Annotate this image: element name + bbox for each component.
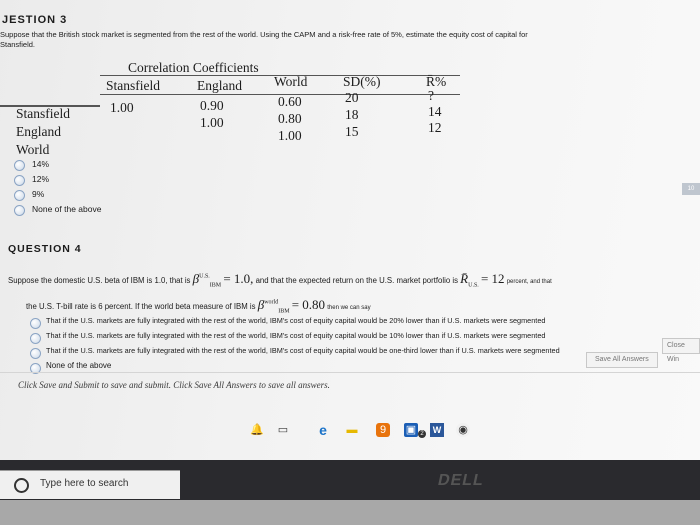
question-3-title: JESTION 3 [2,14,68,26]
beta-sup: world [264,299,279,306]
close-window-button[interactable]: Close Win [662,338,700,363]
r-us-value: = 12 [480,271,505,286]
q4-option-label[interactable]: That if the U.S. markets are fully integ… [46,346,560,355]
app-icon[interactable]: ◉ [456,423,470,437]
table-cell: 18 [345,107,359,122]
q4-option-label[interactable]: None of the above [46,361,111,370]
q3-option-label[interactable]: 9% [32,189,44,199]
q3-option-radio[interactable] [14,160,25,171]
table-cell: 15 [345,124,359,139]
question-3-prompt-line2: Stansfield. [0,40,36,49]
table-cell: 1.00 [110,100,134,115]
save-all-answers-button[interactable]: Save All Answers [586,352,658,368]
q4-option-label[interactable]: That if the U.S. markets are fully integ… [46,316,545,325]
q4-text: then we can say [327,305,371,311]
quiz-page: JESTION 3 Suppose that the British stock… [0,0,700,460]
q3-option-label[interactable]: 12% [32,174,49,184]
app-icon[interactable]: ▣ [404,423,418,437]
table-cell: 0.80 [278,111,302,126]
table-row-label: World [16,142,50,157]
bell-icon[interactable]: 🔔 [250,423,264,437]
table-col-header: Stansfield [106,78,160,93]
q4-text: percent, and that [506,279,552,285]
table-col-header: SD(%) [343,74,381,89]
taskbar-search-input[interactable]: Type here to search [0,470,180,499]
table-cell: 12 [428,120,442,135]
file-explorer-icon[interactable]: ▬ [344,423,360,437]
table-cell: 1.00 [278,128,302,143]
q4-option-radio[interactable] [30,318,41,329]
table-col-header: England [197,78,242,93]
page-badge: 10 [682,183,700,195]
table-cell: 14 [428,104,442,119]
q3-option-radio[interactable] [14,175,25,186]
question-4-title: QUESTION 4 [8,243,82,255]
app-icon[interactable]: 9 [376,423,390,437]
question-3-prompt: Suppose that the British stock market is… [0,30,528,50]
monitor-bezel [0,500,700,525]
search-placeholder: Type here to search [40,478,129,489]
table-cell: 0.90 [200,98,224,113]
table-col-header: World [274,74,308,89]
q4-option-radio[interactable] [30,333,41,344]
task-view-icon[interactable]: ▭ [276,423,290,437]
beta-world-value: = 0.80 [291,297,326,312]
table-cell: 20 [345,90,359,105]
table-cell: 1.00 [200,115,224,130]
q3-option-radio[interactable] [14,190,25,201]
q4-option-label[interactable]: That if the U.S. markets are fully integ… [46,331,545,340]
question-4-line-1: Suppose the domestic U.S. beta of IBM is… [8,271,552,289]
q3-option-label[interactable]: 14% [32,159,49,169]
question-4-line-2: the U.S. T-bill rate is 6 percent. If th… [26,297,371,315]
submit-instruction: Click Save and Submit to save and submit… [18,380,330,390]
beta-us-math: βU.S.IBM [192,271,222,289]
r-bar: R̄ [460,271,469,286]
r-us-math: R̄U.S. [460,271,479,289]
word-icon[interactable]: W [430,423,444,437]
q4-option-radio[interactable] [30,348,41,359]
beta-world-math: βworldIBM [257,297,290,315]
beta-sup: U.S. [199,273,210,280]
q4-text: the U.S. T-bill rate is 6 percent. If th… [26,302,256,311]
beta-sub: IBM [209,282,222,289]
beta-us-value: = 1.0, [223,271,254,286]
cortana-icon [14,478,29,493]
q4-text: Suppose the domestic U.S. beta of IBM is… [8,276,191,285]
table-group-header: Correlation Coefficients [128,60,259,75]
r-sub: U.S. [468,282,479,289]
table-cell: 0.60 [278,94,302,109]
table-cell: ? [428,88,434,103]
footer-divider [0,372,700,373]
q3-option-radio[interactable] [14,205,25,216]
table-row-label: England [16,124,61,139]
beta-sub: IBM [278,308,290,315]
q3-option-label[interactable]: None of the above [32,204,101,214]
correlation-table: Correlation Coefficients Stansfield Engl… [0,58,460,158]
dell-logo: DELL [436,472,486,489]
q4-text: and that the expected return on the U.S.… [255,276,458,285]
notification-badge: 2 [418,430,426,438]
table-row-label: Stansfield [16,106,70,121]
question-3-prompt-line1: Suppose that the British stock market is… [0,30,528,39]
edge-browser-icon[interactable]: e [316,423,330,437]
